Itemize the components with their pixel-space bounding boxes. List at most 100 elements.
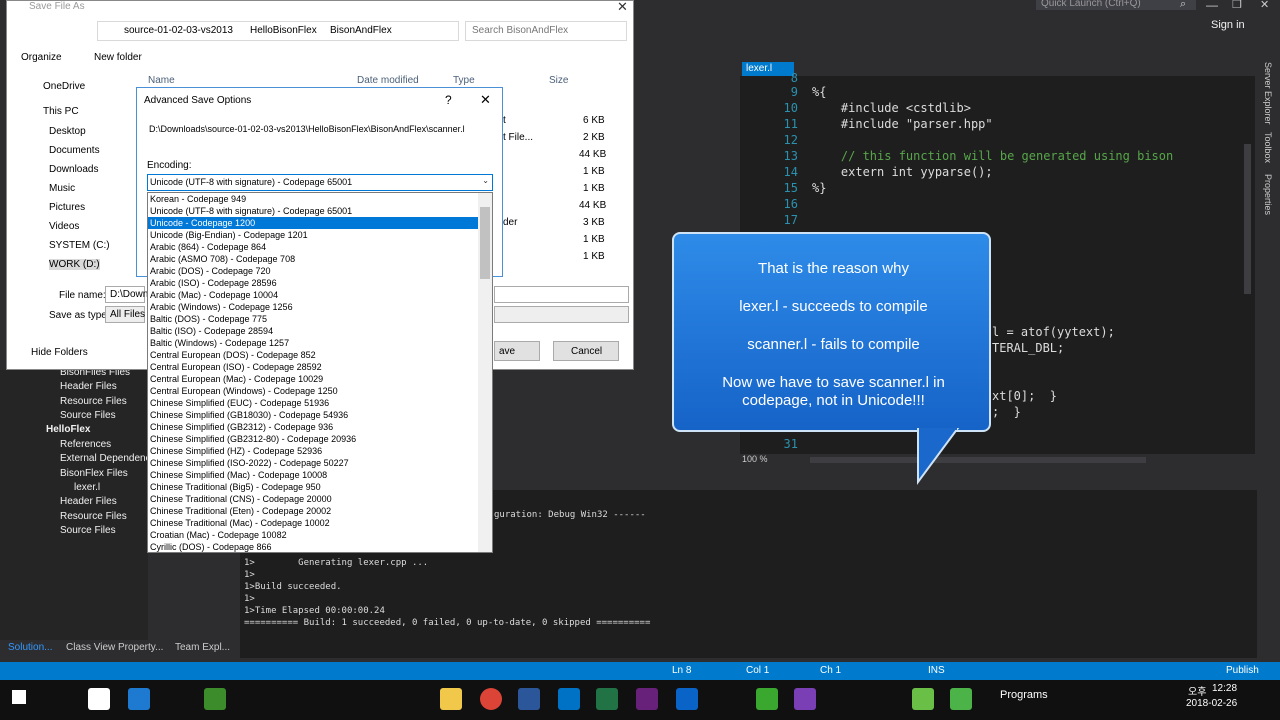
column-size[interactable]: Size (549, 75, 568, 86)
encoding-option[interactable]: Chinese Simplified (HZ) - Codepage 52936 (150, 445, 322, 457)
vertical-scrollbar[interactable] (1244, 144, 1251, 294)
nav-this-pc[interactable]: This PC (43, 106, 79, 117)
nav-videos[interactable]: Videos (49, 221, 79, 232)
encoding-option[interactable]: Arabic (864) - Codepage 864 (150, 241, 266, 253)
encoding-option[interactable]: Unicode (Big-Endian) - Codepage 1201 (150, 229, 308, 241)
search-icon[interactable]: ⌕ (1180, 0, 1186, 11)
breadcrumb[interactable]: source-01-02-03-vs2013 (124, 25, 233, 36)
column-type[interactable]: Type (453, 75, 475, 86)
save-as-type-select[interactable]: All Files (110, 309, 145, 320)
column-date[interactable]: Date modified (357, 75, 419, 86)
tree-item[interactable]: Resource Files (60, 511, 127, 522)
app-icon[interactable] (912, 688, 934, 710)
close-icon[interactable]: ✕ (480, 92, 491, 108)
encoding-option[interactable]: Chinese Traditional (CNS) - Codepage 200… (150, 493, 332, 505)
encoding-option[interactable]: Cyrillic (DOS) - Codepage 866 (150, 541, 272, 552)
encoding-option[interactable]: Baltic (ISO) - Codepage 28594 (150, 325, 273, 337)
app-icon[interactable] (950, 688, 972, 710)
encoding-option[interactable]: Arabic (Mac) - Codepage 10004 (150, 289, 278, 301)
address-bar[interactable]: source-01-02-03-vs2013 HelloBisonFlex Bi… (97, 21, 459, 41)
encoding-option[interactable]: Central European (ISO) - Codepage 28592 (150, 361, 322, 373)
encoding-option[interactable]: Central European (Mac) - Codepage 10029 (150, 373, 323, 385)
clock-date[interactable]: 2018-02-26 (1186, 698, 1237, 709)
encoding-option[interactable]: Chinese Simplified (EUC) - Codepage 5193… (150, 397, 329, 409)
tree-item[interactable]: References (60, 439, 111, 450)
tab-properties[interactable]: Properties (1263, 174, 1273, 215)
encoding-option[interactable]: Unicode (UTF-8 with signature) - Codepag… (150, 205, 352, 217)
new-folder-button[interactable]: New folder (94, 52, 142, 63)
start-button-icon[interactable] (12, 690, 26, 704)
encoding-option[interactable]: Chinese Traditional (Eten) - Codepage 20… (150, 505, 331, 517)
hide-folders-toggle[interactable]: Hide Folders (31, 347, 88, 358)
visual-studio-icon[interactable] (636, 688, 658, 710)
tree-item-file[interactable]: lexer.l (74, 482, 100, 493)
organize-button[interactable]: Organize (21, 52, 62, 63)
encoding-select[interactable]: Unicode (UTF-8 with signature) - Codepag… (147, 174, 493, 191)
encoding-option[interactable]: Baltic (DOS) - Codepage 775 (150, 313, 267, 325)
tree-item[interactable]: Header Files (60, 496, 117, 507)
restore-icon[interactable]: ❐ (1232, 0, 1242, 11)
encoding-option[interactable]: Chinese Simplified (Mac) - Codepage 1000… (150, 469, 327, 481)
save-button[interactable]: ave (499, 346, 515, 357)
encoding-option[interactable]: Arabic (DOS) - Codepage 720 (150, 265, 271, 277)
encoding-option[interactable]: Chinese Traditional (Mac) - Codepage 100… (150, 517, 330, 529)
encoding-option[interactable]: Baltic (Windows) - Codepage 1257 (150, 337, 289, 349)
tree-item[interactable]: Header Files (60, 381, 117, 392)
app-icon[interactable] (794, 688, 816, 710)
nav-documents[interactable]: Documents (49, 145, 100, 156)
column-name[interactable]: Name (148, 75, 175, 86)
encoding-option[interactable]: Unicode - Codepage 1200 (148, 217, 478, 229)
tab-team-explorer[interactable]: Team Expl... (175, 642, 230, 653)
file-explorer-icon[interactable] (440, 688, 462, 710)
nav-desktop[interactable]: Desktop (49, 126, 86, 137)
scrollbar-thumb[interactable] (480, 207, 490, 279)
encoding-option[interactable]: Arabic (Windows) - Codepage 1256 (150, 301, 293, 313)
encoding-option[interactable]: Central European (Windows) - Codepage 12… (150, 385, 338, 397)
close-window-icon[interactable]: ✕ (1260, 0, 1269, 11)
encoding-option[interactable]: Korean - Codepage 949 (150, 193, 246, 205)
tab-lexer-l[interactable]: lexer.l (742, 62, 794, 76)
search-input[interactable]: Search BisonAndFlex (465, 21, 627, 41)
encoding-option[interactable]: Arabic (ASMO 708) - Codepage 708 (150, 253, 295, 265)
sign-in-link[interactable]: Sign in (1211, 19, 1245, 31)
publish-button[interactable]: Publish (1226, 665, 1259, 676)
encoding-option[interactable]: Arabic (ISO) - Codepage 28596 (150, 277, 277, 289)
close-icon[interactable]: ✕ (617, 0, 628, 15)
file-name-input[interactable]: D:\Down (110, 289, 148, 300)
outlook-icon[interactable] (558, 688, 580, 710)
horizontal-scrollbar[interactable] (810, 457, 1146, 463)
word-icon[interactable] (518, 688, 540, 710)
encoding-option[interactable]: Central European (DOS) - Codepage 852 (150, 349, 316, 361)
clock-time[interactable]: 12:28 (1212, 683, 1237, 694)
zoom-level[interactable]: 100 % (742, 454, 802, 466)
encoding-option[interactable]: Croatian (Mac) - Codepage 10082 (150, 529, 287, 541)
encoding-option[interactable]: Chinese Simplified (ISO-2022) - Codepage… (150, 457, 349, 469)
minimize-icon[interactable]: — (1206, 0, 1218, 12)
encoding-option[interactable]: Chinese Simplified (GB18030) - Codepage … (150, 409, 348, 421)
tree-item[interactable]: Resource Files (60, 396, 127, 407)
breadcrumb[interactable]: HelloBisonFlex (250, 25, 317, 36)
excel-icon[interactable] (596, 688, 618, 710)
encoding-option[interactable]: Chinese Traditional (Big5) - Codepage 95… (150, 481, 321, 493)
nav-system-c[interactable]: SYSTEM (C:) (49, 240, 110, 251)
help-icon[interactable]: ? (445, 93, 452, 107)
tab-class-view[interactable]: Class View (66, 642, 115, 653)
file-name-input-right[interactable] (494, 286, 629, 303)
tree-item-project[interactable]: HelloFlex (46, 424, 90, 435)
tab-toolbox[interactable]: Toolbox (1263, 132, 1273, 163)
nav-pictures[interactable]: Pictures (49, 202, 85, 213)
app-icon[interactable] (756, 688, 778, 710)
tab-solution[interactable]: Solution... (8, 642, 52, 653)
tab-property[interactable]: Property... (118, 642, 163, 653)
tree-item[interactable]: BisonFlex Files (60, 468, 128, 479)
camera-app-icon[interactable] (88, 688, 110, 710)
quick-launch-input[interactable]: Quick Launch (Ctrl+Q) (1036, 0, 1196, 10)
nav-downloads[interactable]: Downloads (49, 164, 98, 175)
tree-item[interactable]: Source Files (60, 525, 116, 536)
nav-music[interactable]: Music (49, 183, 75, 194)
app-icon[interactable] (676, 688, 698, 710)
nav-onedrive[interactable]: OneDrive (43, 81, 85, 92)
dropdown-scrollbar[interactable] (478, 193, 492, 552)
encoding-option[interactable]: Chinese Simplified (GB2312) - Codepage 9… (150, 421, 333, 433)
breadcrumb[interactable]: BisonAndFlex (330, 25, 392, 36)
